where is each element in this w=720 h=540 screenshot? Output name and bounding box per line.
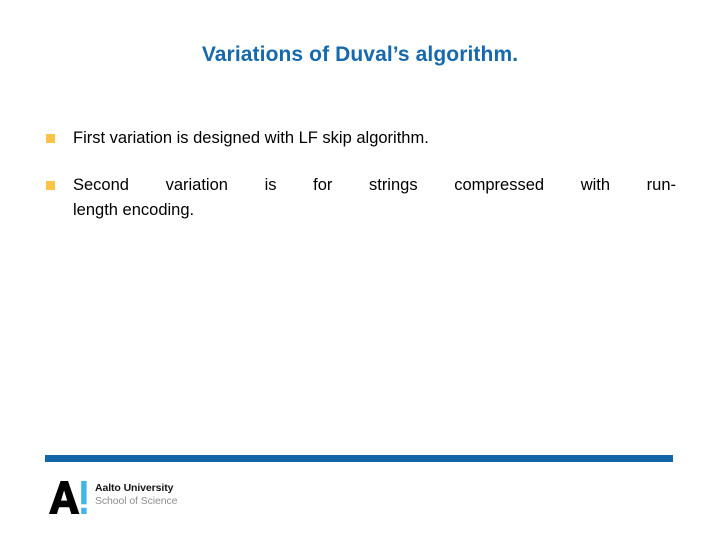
square-bullet-icon — [46, 134, 55, 143]
presentation-slide: Variations of Duval’s algorithm. First v… — [0, 0, 720, 540]
list-item-text: Second variation is for strings compress… — [73, 173, 676, 223]
aalto-a-exclamation-logo-icon — [48, 481, 87, 514]
logo-organization-name: Aalto University — [95, 482, 174, 494]
slide-title: Variations of Duval’s algorithm. — [201, 43, 519, 66]
list-item-text: First variation is designed with LF skip… — [73, 129, 429, 147]
list-item-text-line: length encoding. — [73, 201, 195, 220]
logo-unit-name: School of Science — [95, 494, 178, 507]
list-item-text-line: Second variation is for strings compress… — [73, 176, 676, 195]
list-item: Second variation is for strings compress… — [44, 173, 676, 223]
list-item: First variation is designed with LF skip… — [44, 126, 676, 151]
footer-divider — [45, 455, 673, 462]
aalto-university-logo: Aalto University School of Science — [48, 481, 177, 515]
slide-body-list: First variation is designed with LF skip… — [44, 126, 676, 245]
square-bullet-icon — [46, 181, 55, 191]
logo-wordmark: Aalto University School of Science — [95, 481, 177, 508]
